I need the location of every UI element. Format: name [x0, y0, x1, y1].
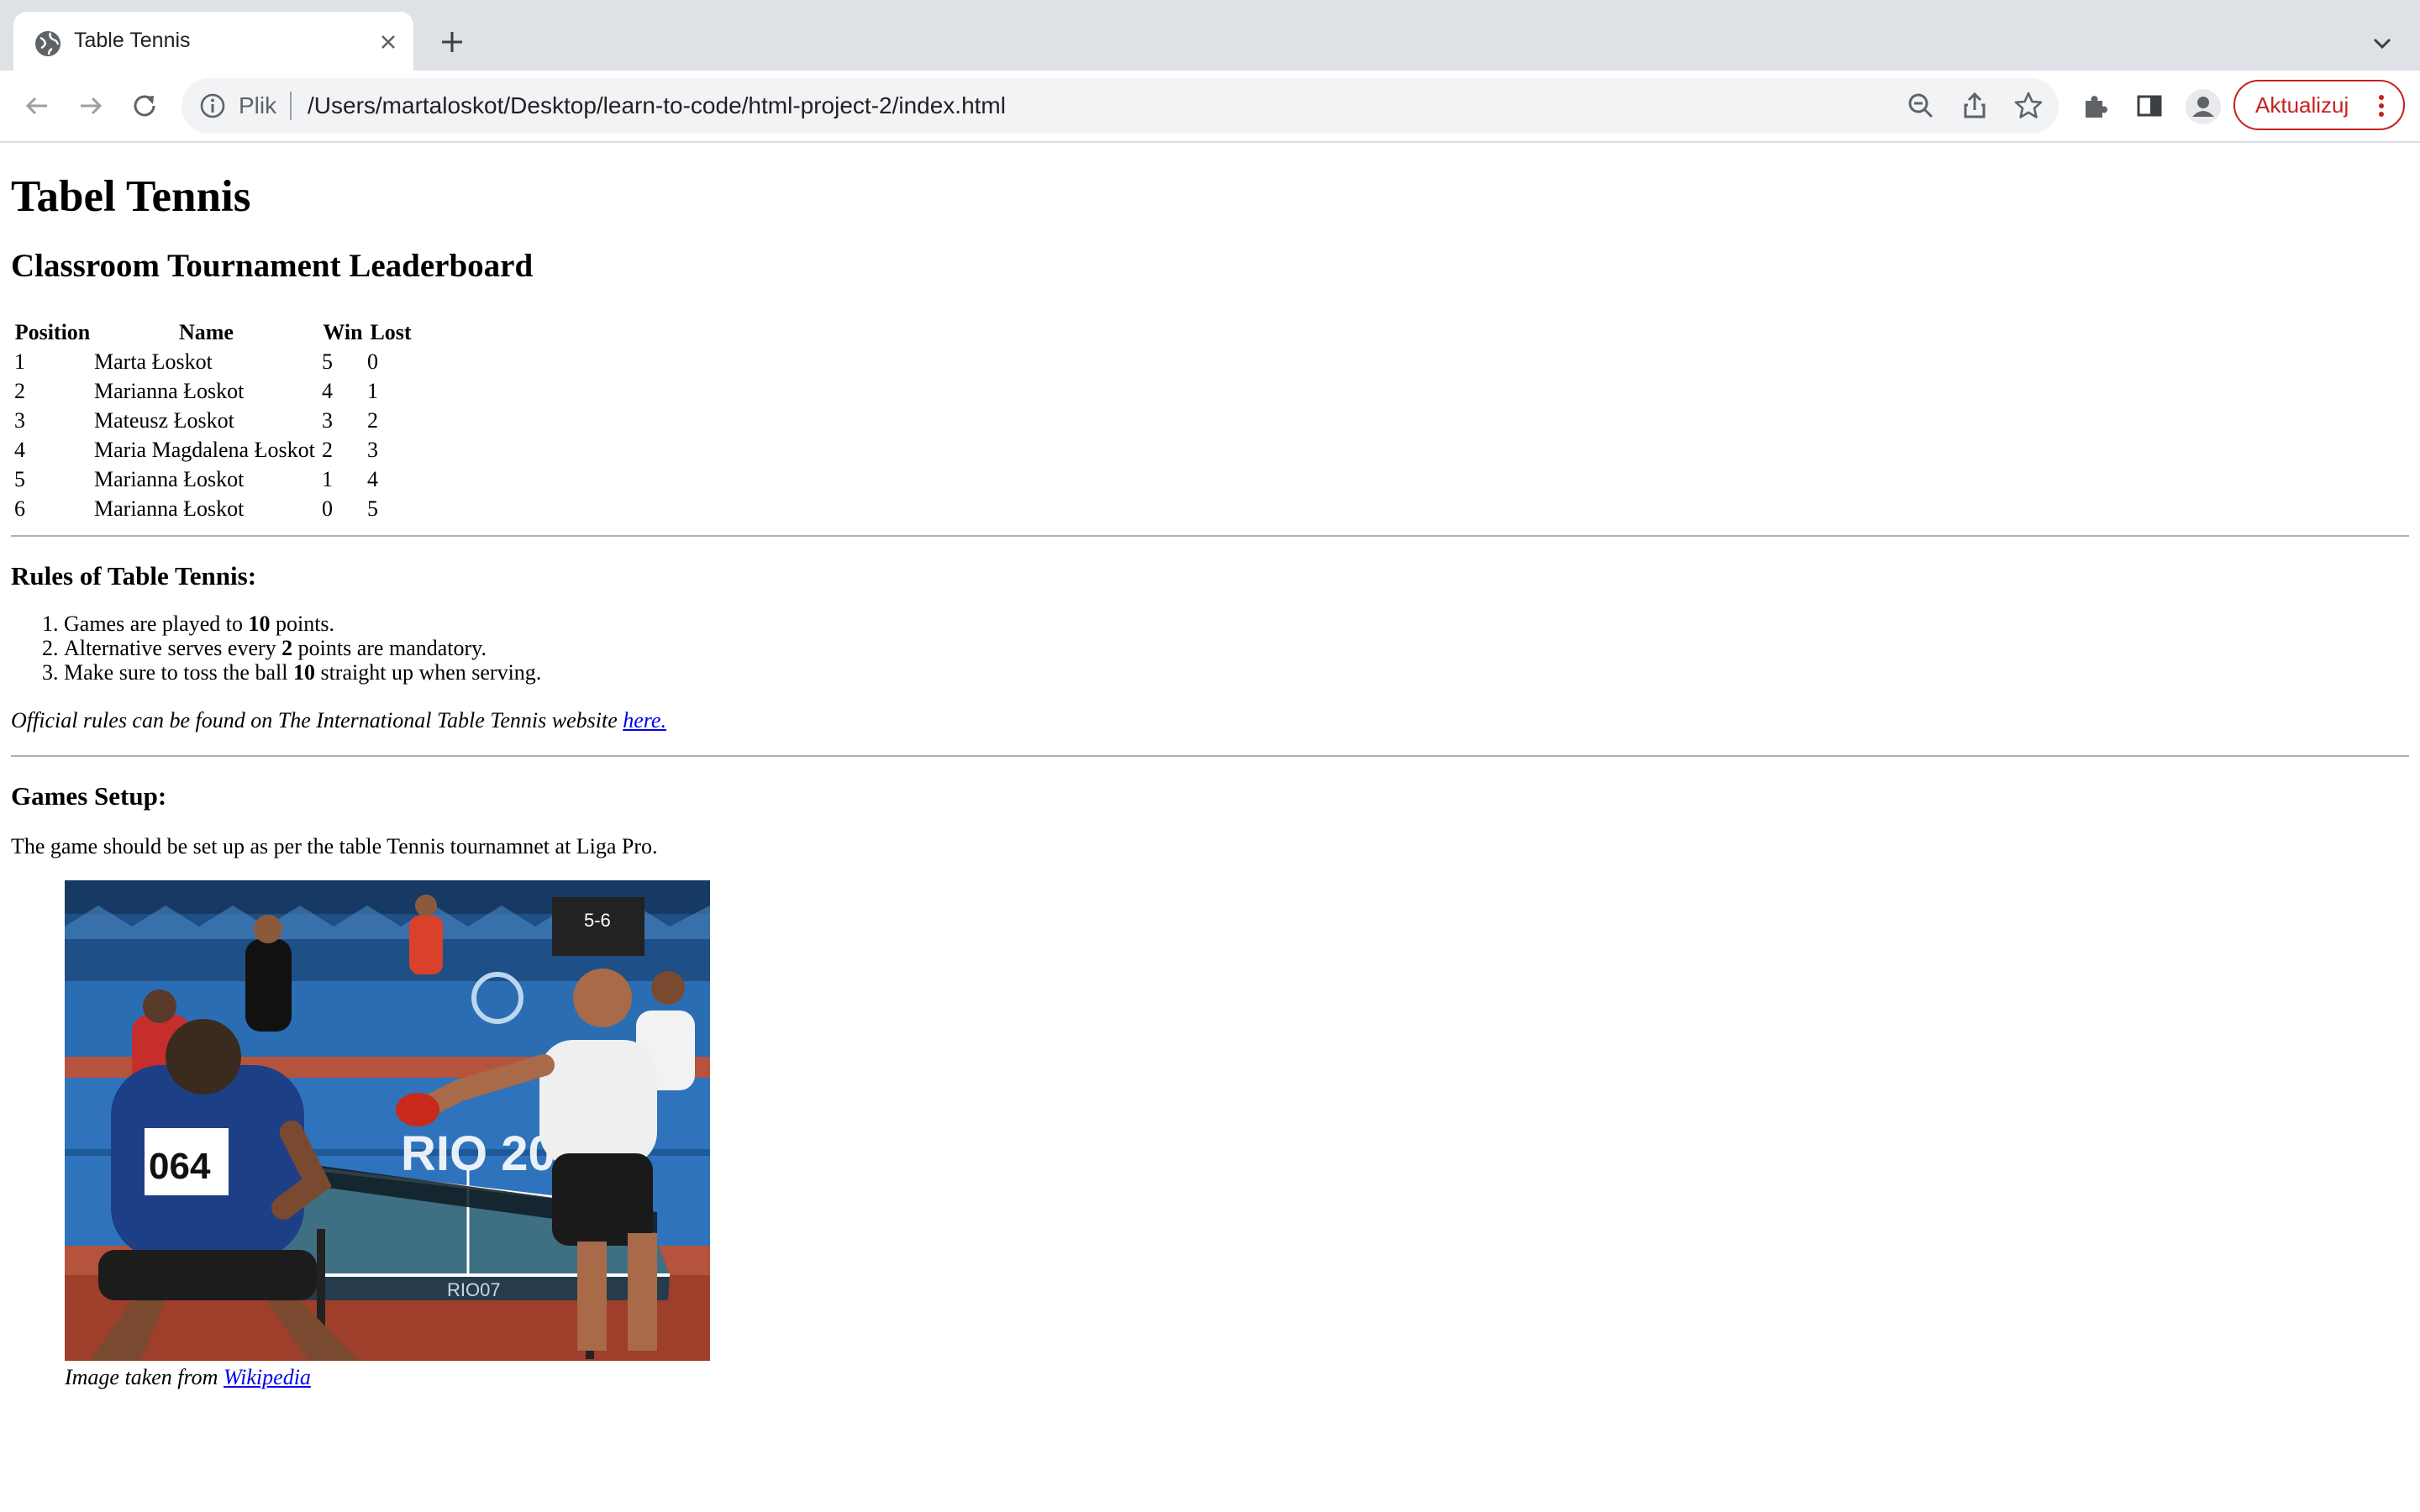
table-tennis-photo: 5-6 RIO 2007 RIO07 064 [65, 880, 710, 1361]
cell-position: 1 [14, 349, 25, 374]
toolbar: Plik /Users/martaloskot/Desktop/learn-to… [0, 71, 2420, 143]
cell-lost: 1 [367, 379, 378, 403]
header-name: Name [179, 320, 234, 344]
header-win: Win [323, 320, 363, 344]
horizontal-rule [11, 535, 2409, 537]
extensions-icon[interactable] [2079, 89, 2112, 123]
image-caption: Image taken from Wikipedia [65, 1364, 311, 1391]
cell-name: Mateusz Łoskot [94, 408, 234, 433]
cell-name: Marianna Łoskot [94, 467, 245, 491]
cell-lost: 2 [367, 408, 378, 433]
reload-icon[interactable] [128, 89, 161, 123]
cell-name: Marianna Łoskot [94, 496, 245, 521]
forward-icon[interactable] [74, 89, 108, 123]
rule-text: points. [270, 612, 335, 636]
page-content: Tabel Tennis Classroom Tournament Leader… [0, 143, 2420, 1512]
rule-text: straight up when serving. [314, 660, 542, 685]
rule-text: Alternative serves every [64, 636, 282, 660]
tab-strip: Table Tennis [0, 0, 2420, 71]
table-brand-text: RIO07 [447, 1279, 501, 1300]
rule-text: points are mandatory. [292, 636, 487, 660]
official-rules-note: Official rules can be found on The Inter… [11, 707, 666, 734]
cell-win: 0 [322, 496, 333, 521]
table-row: 6 Marianna Łoskot 0 5 [14, 496, 414, 522]
table-header-row: Position Name Win Lost [14, 319, 414, 345]
caption-text: Image taken from [65, 1365, 224, 1389]
profile-avatar-icon[interactable] [2185, 88, 2222, 125]
browser-chrome: Table Tennis Plik /Users/martaloskot/Des… [0, 0, 2420, 143]
globe-icon [35, 31, 60, 56]
side-panel-icon[interactable] [2133, 89, 2166, 123]
url-text[interactable]: /Users/martaloskot/Desktop/learn-to-code… [308, 90, 1006, 122]
back-icon[interactable] [20, 89, 54, 123]
rules-list: Games are played to 10 points. Alternati… [11, 612, 541, 685]
browser-tab[interactable]: Table Tennis [13, 12, 413, 71]
header-position: Position [14, 320, 91, 344]
setup-heading: Games Setup: [11, 781, 167, 811]
tab-title: Table Tennis [74, 29, 191, 52]
chevron-down-icon[interactable] [2368, 29, 2396, 57]
omnibox-divider [290, 92, 292, 120]
cell-name: Marianna Łoskot [94, 379, 245, 403]
scheme-label: Plik [239, 92, 277, 118]
cell-name: Maria Magdalena Łoskot [94, 438, 315, 462]
page-title: Tabel Tennis [11, 172, 251, 221]
cell-position: 2 [14, 379, 25, 403]
cell-win: 3 [322, 408, 333, 433]
page-subtitle: Classroom Tournament Leaderboard [11, 248, 534, 284]
bib-number-text: 064 [149, 1146, 211, 1187]
update-button[interactable]: Aktualizuj [2233, 80, 2405, 130]
zoom-out-icon[interactable] [1904, 89, 1938, 123]
table-row: 3 Mateusz Łoskot 3 2 [14, 407, 414, 433]
rule-item: Make sure to toss the ball 10 straight u… [64, 660, 541, 685]
table-row: 5 Marianna Łoskot 1 4 [14, 466, 414, 492]
rule-number: 10 [248, 612, 271, 636]
cell-win: 1 [322, 467, 333, 491]
table-row: 4 Maria Magdalena Łoskot 2 3 [14, 437, 414, 463]
cell-lost: 0 [367, 349, 378, 374]
wikipedia-link[interactable]: Wikipedia [224, 1365, 311, 1389]
cell-win: 4 [322, 379, 333, 403]
cell-position: 3 [14, 408, 25, 433]
official-rules-link[interactable]: here. [623, 708, 666, 732]
horizontal-rule [11, 755, 2409, 757]
rules-heading: Rules of Table Tennis: [11, 561, 257, 591]
cell-lost: 4 [367, 467, 378, 491]
official-rules-text: Official rules can be found on The Inter… [11, 708, 623, 732]
star-icon[interactable] [2012, 89, 2045, 123]
more-vert-icon[interactable] [2378, 95, 2385, 117]
rule-text: Games are played to [64, 612, 249, 636]
cell-position: 6 [14, 496, 25, 521]
table-row: 2 Marianna Łoskot 4 1 [14, 378, 414, 404]
scoreboard-text: 5-6 [584, 910, 611, 931]
rule-number: 2 [281, 636, 293, 660]
table-row: 1 Marta Łoskot 5 0 [14, 349, 414, 375]
rule-item: Games are played to 10 points. [64, 612, 541, 636]
cell-position: 4 [14, 438, 25, 462]
leaderboard-table: Position Name Win Lost 1 Marta Łoskot 5 … [11, 316, 418, 525]
rule-item: Alternative serves every 2 points are ma… [64, 636, 541, 660]
setup-text: The game should be set up as per the tab… [11, 834, 658, 858]
new-tab-icon[interactable] [435, 25, 469, 59]
close-tab-icon[interactable] [375, 29, 402, 55]
share-icon[interactable] [1958, 89, 1991, 123]
info-icon[interactable] [197, 90, 229, 122]
cell-lost: 3 [367, 438, 378, 462]
address-bar[interactable]: Plik /Users/martaloskot/Desktop/learn-to… [182, 78, 2059, 134]
cell-position: 5 [14, 467, 25, 491]
rule-number: 10 [292, 660, 315, 685]
cell-win: 5 [322, 349, 333, 374]
update-label: Aktualizuj [2255, 92, 2349, 118]
cell-win: 2 [322, 438, 333, 462]
rule-text: Make sure to toss the ball [64, 660, 293, 685]
header-lost: Lost [370, 320, 412, 344]
cell-name: Marta Łoskot [94, 349, 213, 374]
cell-lost: 5 [367, 496, 378, 521]
